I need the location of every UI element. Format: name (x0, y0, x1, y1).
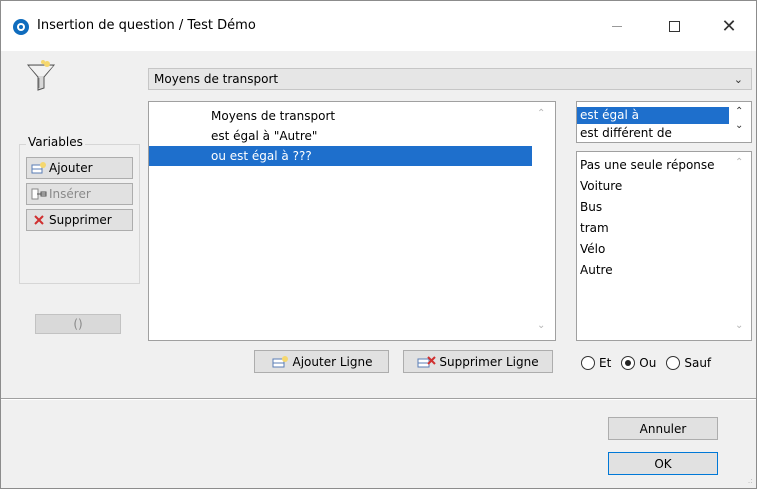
condition-list[interactable]: Moyens de transport est égal à "Autre" o… (148, 101, 556, 341)
operator-item-label: est différent de (580, 126, 672, 140)
radio-ou[interactable]: Ou (621, 356, 656, 370)
radio-sauf-label: Sauf (684, 356, 712, 370)
insert-row-icon (31, 187, 47, 201)
field-select[interactable]: Moyens de transport ⌄ (148, 68, 752, 90)
app-icon (13, 19, 29, 35)
radio-et[interactable]: Et (581, 356, 611, 370)
chevron-down-icon: ⌄ (733, 73, 743, 86)
scroll-up-icon[interactable]: ⌃ (735, 106, 743, 117)
radio-circle (581, 356, 595, 370)
delete-line-label: Supprimer Ligne (439, 354, 539, 369)
value-list[interactable]: Pas une seule réponse Voiture Bus tram V… (576, 151, 752, 341)
insert-variable-label: Insérer (49, 187, 91, 201)
condition-row-text: Moyens de transport (211, 109, 336, 123)
radio-sauf[interactable]: Sauf (666, 356, 711, 370)
add-variable-label: Ajouter (49, 161, 93, 175)
radio-et-label: Et (599, 356, 612, 370)
radio-circle (666, 356, 681, 370)
condition-row-text: ou est égal à ??? (211, 149, 312, 163)
operator-item-label: est égal à (580, 108, 640, 122)
delete-variable-button[interactable]: Supprimer (26, 209, 133, 231)
value-item[interactable]: tram (580, 218, 609, 239)
field-select-value: Moyens de transport (154, 72, 279, 86)
cancel-label: Annuler (639, 421, 687, 436)
logic-radio-group: Et Ou Sauf (581, 353, 721, 373)
operator-list[interactable]: est égal à est différent de ⌃ ⌄ (576, 101, 752, 143)
value-item[interactable]: Bus (580, 197, 602, 218)
operator-item-selected[interactable]: est égal à (577, 107, 729, 124)
scroll-up-icon[interactable]: ⌃ (537, 108, 545, 119)
value-item[interactable]: Vélo (580, 239, 605, 260)
dialog-window: Insertion de question / Test Démo ✕ Moye… (0, 0, 757, 489)
delete-row-icon (417, 355, 437, 369)
scroll-up-icon[interactable]: ⌃ (735, 157, 743, 168)
footer-separator-highlight (1, 399, 756, 400)
add-variable-button[interactable]: Ajouter (26, 157, 133, 179)
scroll-down-icon[interactable]: ⌄ (537, 320, 545, 331)
maximize-button[interactable] (651, 11, 697, 41)
delete-x-icon (31, 213, 47, 227)
radio-circle-checked (621, 356, 636, 370)
close-button[interactable]: ✕ (706, 11, 752, 41)
add-row-icon (31, 161, 47, 175)
operator-item[interactable]: est différent de (577, 125, 729, 142)
condition-row-text: est égal à "Autre" (211, 129, 318, 143)
condition-row[interactable]: est égal à "Autre" (149, 126, 532, 146)
ok-button[interactable]: OK (608, 452, 718, 475)
add-row-icon (271, 355, 291, 369)
value-item[interactable]: Pas une seule réponse (580, 155, 715, 176)
minimize-icon (612, 25, 622, 27)
parentheses-button[interactable]: () (35, 314, 121, 334)
cancel-button[interactable]: Annuler (608, 417, 718, 440)
title-bar: Insertion de question / Test Démo ✕ (1, 1, 756, 51)
close-icon: ✕ (721, 15, 737, 37)
maximize-icon (668, 20, 680, 32)
scroll-down-icon[interactable]: ⌄ (735, 320, 743, 331)
add-line-label: Ajouter Ligne (292, 354, 373, 369)
condition-row[interactable]: Moyens de transport (149, 106, 532, 126)
add-line-button[interactable]: Ajouter Ligne (254, 350, 389, 373)
variables-group-label: Variables (26, 135, 85, 149)
resize-grip-icon[interactable]: .: (748, 476, 753, 485)
value-item[interactable]: Autre (580, 260, 613, 281)
parentheses-label: () (73, 317, 83, 331)
insert-variable-button[interactable]: Insérer (26, 183, 133, 205)
minimize-button[interactable] (594, 11, 640, 41)
condition-row-selected[interactable]: ou est égal à ??? (149, 146, 532, 166)
delete-variable-label: Supprimer (49, 213, 112, 227)
value-item[interactable]: Voiture (580, 176, 622, 197)
funnel-icon[interactable] (25, 59, 57, 93)
radio-ou-label: Ou (639, 356, 657, 370)
ok-label: OK (654, 456, 672, 471)
scroll-down-icon[interactable]: ⌄ (735, 120, 743, 131)
window-title: Insertion de question / Test Démo (37, 18, 256, 33)
delete-line-button[interactable]: Supprimer Ligne (403, 350, 553, 373)
